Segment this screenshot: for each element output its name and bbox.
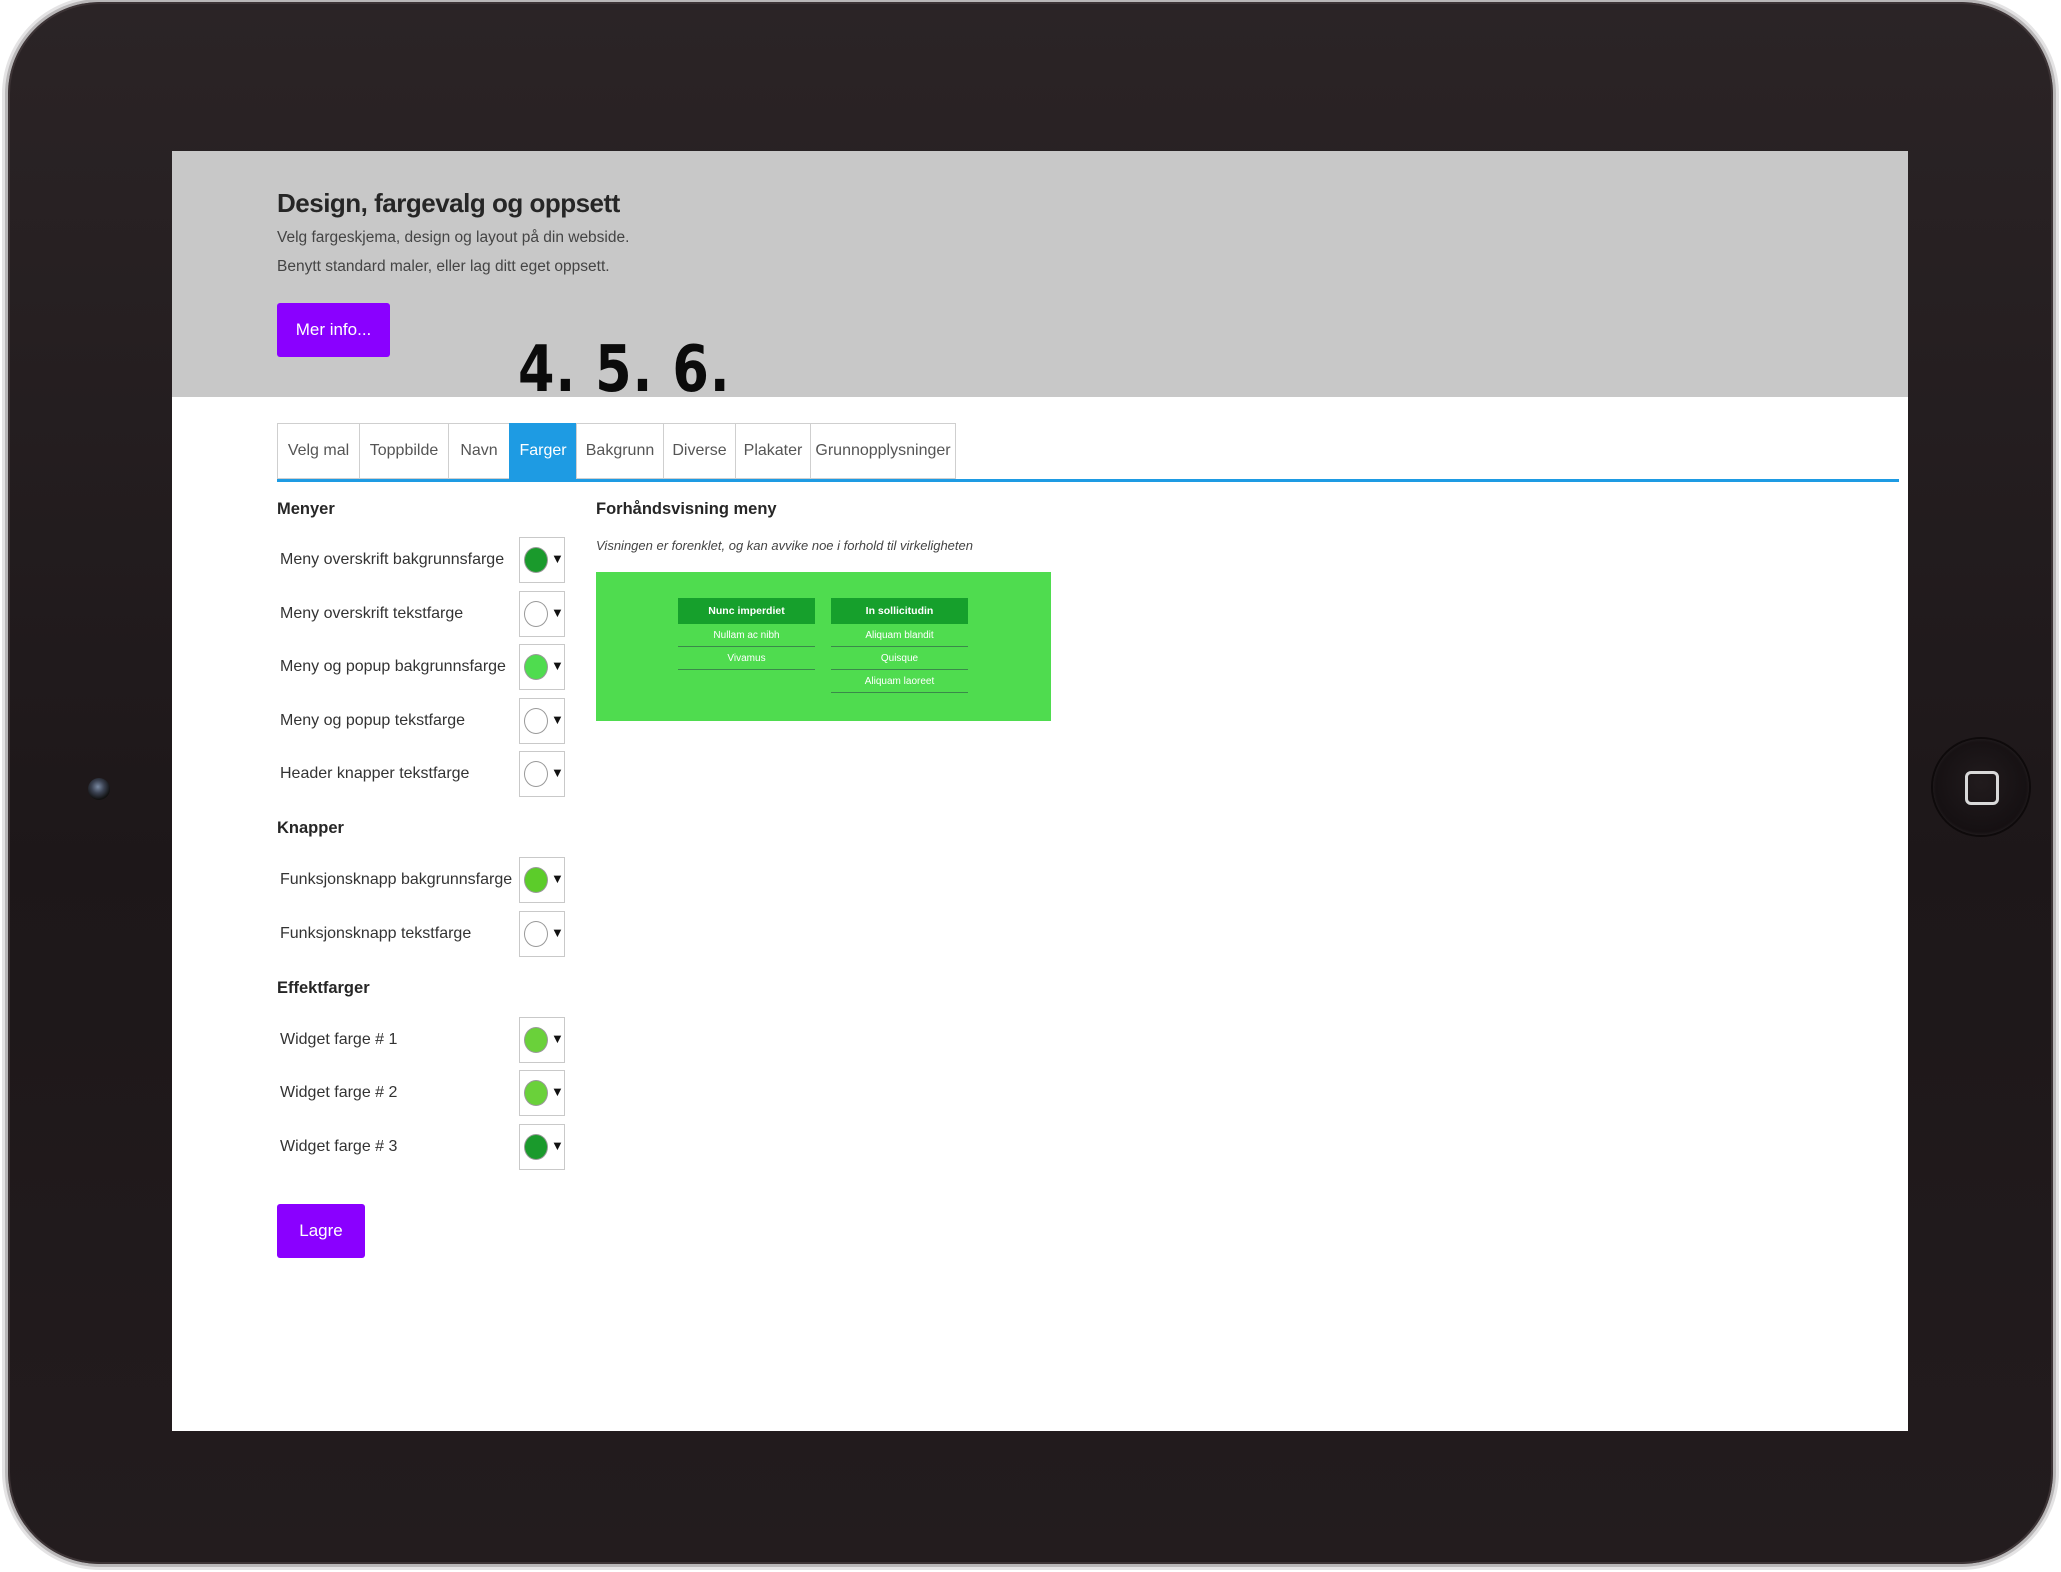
- preview-title: Forhåndsvisning meny: [596, 500, 777, 518]
- row-label: Meny og popup bakgrunnsfarge: [280, 658, 506, 675]
- dropdown-caret-icon: ▼: [551, 1138, 564, 1153]
- tab-velg-mal[interactable]: Velg mal: [277, 423, 359, 479]
- home-square-icon: [1965, 771, 1999, 805]
- step-markers: 4. 5. 6.: [518, 333, 731, 407]
- row-label: Meny overskrift tekstfarge: [280, 605, 464, 622]
- tab-bar: Velg mal Toppbilde Navn Farger Bakgrunn …: [277, 423, 956, 479]
- row-label: Widget farge # 3: [280, 1138, 398, 1155]
- color-dot: [524, 867, 548, 893]
- row-label: Funksjonsknapp bakgrunnsfarge: [280, 871, 513, 888]
- dropdown-caret-icon: ▼: [551, 925, 564, 940]
- color-picker[interactable]: ▼: [519, 857, 565, 903]
- color-dot: [524, 761, 548, 787]
- preview-menu-item: Aliquam blandit: [831, 624, 968, 647]
- preview-menu-item: Nullam ac nibh: [678, 624, 815, 647]
- color-picker[interactable]: ▼: [519, 751, 565, 797]
- dropdown-caret-icon: ▼: [551, 871, 564, 886]
- color-picker[interactable]: ▼: [519, 911, 565, 957]
- color-picker[interactable]: ▼: [519, 1070, 565, 1116]
- dropdown-caret-icon: ▼: [551, 551, 564, 566]
- tab-toppbilde[interactable]: Toppbilde: [359, 423, 448, 479]
- preview-menu-item: Quisque: [831, 647, 968, 670]
- color-dot: [524, 1080, 548, 1106]
- color-picker[interactable]: ▼: [519, 1017, 565, 1063]
- row-label: Header knapper tekstfarge: [280, 765, 470, 782]
- preview-menu-column: Nunc imperdiet Nullam ac nibh Vivamus: [678, 598, 815, 670]
- preview-menu-column: In sollicitudin Aliquam blandit Quisque …: [831, 598, 968, 693]
- color-picker[interactable]: ▼: [519, 1124, 565, 1170]
- tab-grunnopplysninger[interactable]: Grunnopplysninger: [810, 423, 956, 479]
- section-title-effektfarger: Effektfarger: [277, 979, 370, 997]
- color-picker[interactable]: ▼: [519, 644, 565, 690]
- row-label: Meny og popup tekstfarge: [280, 712, 466, 729]
- color-dot: [524, 708, 548, 734]
- page-description: Velg fargeskjema, design og layout på di…: [277, 229, 630, 275]
- save-button[interactable]: Lagre: [277, 1204, 365, 1258]
- color-dot: [524, 1134, 548, 1160]
- color-dot: [524, 921, 548, 947]
- row-label: Meny overskrift bakgrunnsfarge: [280, 551, 505, 568]
- tab-plakater[interactable]: Plakater: [735, 423, 810, 479]
- camera-icon: [88, 778, 110, 800]
- row-label: Widget farge # 1: [280, 1031, 398, 1048]
- preview-menu-item: Vivamus: [678, 647, 815, 670]
- preview-menu-header: In sollicitudin: [831, 598, 968, 624]
- color-picker[interactable]: ▼: [519, 537, 565, 583]
- preview-menu-header: Nunc imperdiet: [678, 598, 815, 624]
- dropdown-caret-icon: ▼: [551, 1031, 564, 1046]
- preview-menu-item: Aliquam laoreet: [831, 670, 968, 693]
- page-title: Design, fargevalg og oppsett: [277, 188, 620, 218]
- dropdown-caret-icon: ▼: [551, 765, 564, 780]
- tablet-frame: Design, fargevalg og oppsett Velg farges…: [8, 2, 2053, 1564]
- dropdown-caret-icon: ▼: [551, 658, 564, 673]
- color-dot: [524, 601, 548, 627]
- color-picker[interactable]: ▼: [519, 591, 565, 637]
- screen: Design, fargevalg og oppsett Velg farges…: [172, 151, 1908, 1431]
- section-title-menyer: Menyer: [277, 500, 335, 518]
- tab-farger[interactable]: Farger: [509, 423, 576, 479]
- tab-bakgrunn[interactable]: Bakgrunn: [576, 423, 663, 479]
- section-title-knapper: Knapper: [277, 819, 344, 837]
- preview-note: Visningen er forenklet, og kan avvike no…: [596, 538, 973, 553]
- color-dot: [524, 1027, 548, 1053]
- dropdown-caret-icon: ▼: [551, 712, 564, 727]
- dropdown-caret-icon: ▼: [551, 1084, 564, 1099]
- color-picker[interactable]: ▼: [519, 698, 565, 744]
- home-button[interactable]: [1933, 739, 2029, 835]
- color-dot: [524, 654, 548, 680]
- tab-diverse[interactable]: Diverse: [663, 423, 735, 479]
- color-dot: [524, 547, 548, 573]
- row-label: Widget farge # 2: [280, 1084, 398, 1101]
- hero-banner: Design, fargevalg og oppsett Velg farges…: [172, 151, 1908, 407]
- row-label: Funksjonsknapp tekstfarge: [280, 925, 472, 942]
- tab-navn[interactable]: Navn: [448, 423, 509, 479]
- menu-preview: Nunc imperdiet Nullam ac nibh Vivamus In…: [596, 572, 1051, 721]
- tab-underline: [277, 479, 1899, 482]
- dropdown-caret-icon: ▼: [551, 605, 564, 620]
- more-info-button[interactable]: Mer info...: [277, 303, 390, 357]
